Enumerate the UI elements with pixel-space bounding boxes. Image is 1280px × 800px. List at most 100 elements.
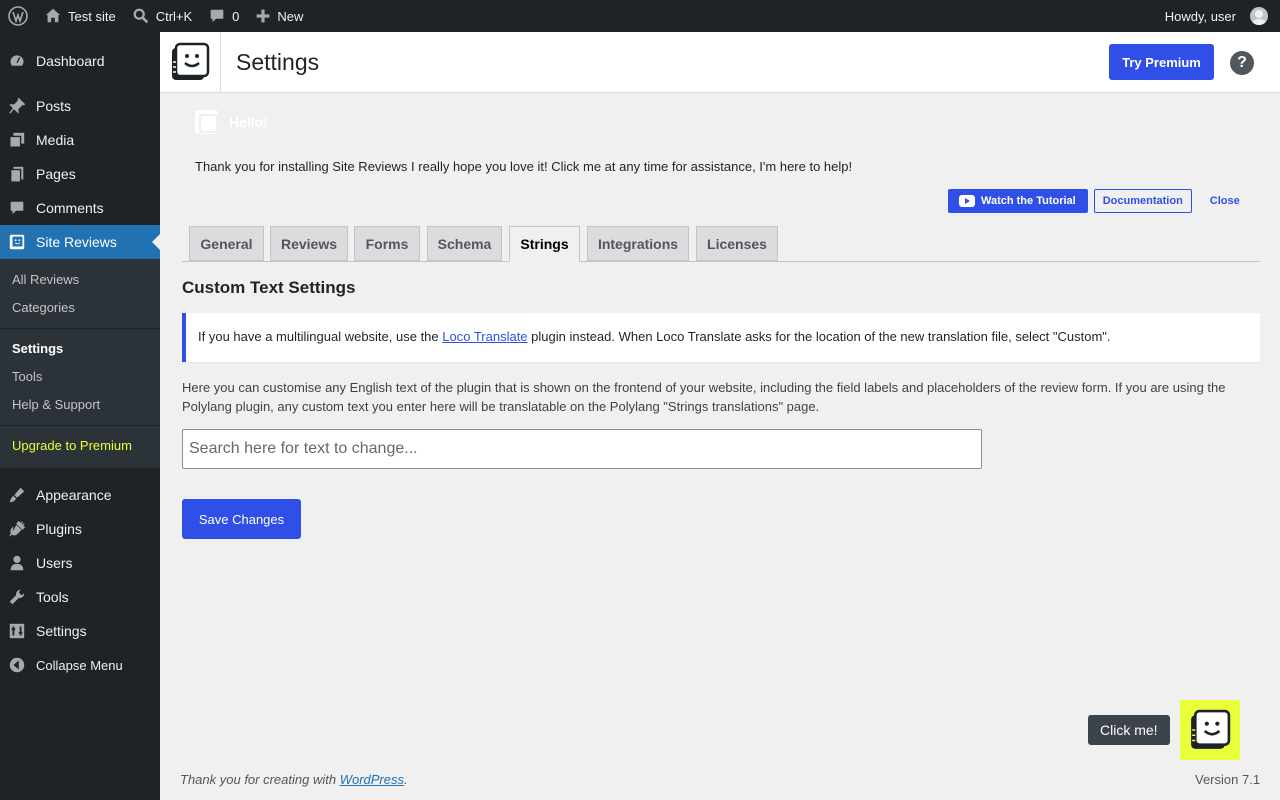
sidebar-item-label: Users — [36, 555, 73, 571]
new-content-link[interactable]: New — [247, 0, 311, 32]
hello-heading: Hello! — [195, 110, 268, 134]
sidebar-item-label: Pages — [36, 166, 76, 182]
save-changes-button[interactable]: Save Changes — [182, 499, 301, 539]
comment-icon — [210, 9, 224, 23]
submenu-item-all-reviews[interactable]: All Reviews — [0, 266, 160, 294]
submenu-item-categories[interactable]: Categories — [0, 294, 160, 322]
user-icon — [10, 555, 24, 571]
howdy-text: Howdy, user — [1164, 8, 1236, 24]
submenu-item-settings[interactable]: Settings — [0, 335, 160, 363]
sidebar-item-media[interactable]: Media — [0, 123, 160, 157]
tab-general[interactable]: General — [189, 226, 264, 261]
watch-tutorial-button[interactable]: Watch the Tutorial — [948, 189, 1088, 213]
site-reviews-logo-icon — [195, 110, 218, 134]
brush-icon — [9, 487, 25, 503]
plus-icon — [257, 9, 270, 23]
pages-icon — [10, 166, 24, 183]
plugin-icon — [9, 520, 26, 537]
command-palette-button[interactable]: Ctrl+K — [124, 0, 200, 32]
sidebar-item-pages[interactable]: Pages — [0, 157, 160, 191]
submenu-divider — [0, 328, 160, 329]
tab-integrations[interactable]: Integrations — [587, 226, 689, 261]
try-premium-button[interactable]: Try Premium — [1109, 44, 1214, 80]
footer-thanks: Thank you for creating with WordPress. — [180, 772, 408, 787]
assistant-logo-button[interactable] — [1180, 700, 1240, 760]
wordpress-logo-icon[interactable] — [0, 0, 36, 32]
sidebar-item-label: Posts — [36, 98, 72, 114]
sidebar-item-label: Appearance — [36, 487, 112, 503]
sidebar-item-tools[interactable]: Tools — [0, 580, 160, 614]
site-reviews-logo-icon — [160, 32, 221, 92]
wordpress-link[interactable]: WordPress — [340, 772, 404, 787]
click-me-tooltip[interactable]: Click me! — [1088, 715, 1170, 745]
new-label: New — [277, 8, 304, 24]
settings-tabs: General Reviews Forms Schema Strings Int… — [182, 226, 1260, 262]
tab-reviews[interactable]: Reviews — [270, 226, 348, 261]
site-reviews-submenu: All Reviews Categories Settings Tools He… — [0, 259, 160, 468]
sidebar-item-posts[interactable]: Posts — [0, 89, 160, 123]
sidebar-item-site-reviews[interactable]: Site Reviews — [0, 225, 160, 259]
wrench-icon — [9, 589, 25, 605]
version-text: Version 7.1 — [1195, 772, 1261, 787]
info-text-before: If you have a multilingual website, use … — [198, 329, 443, 344]
loco-translate-link[interactable]: Loco Translate — [442, 329, 527, 344]
strings-description: Here you can customise any English text … — [182, 380, 1226, 414]
collapse-arrow-icon — [9, 657, 25, 673]
sidebar-item-comments[interactable]: Comments — [0, 191, 160, 225]
search-shortcut: Ctrl+K — [155, 8, 193, 24]
media-icon — [9, 132, 25, 148]
submenu-item-tools[interactable]: Tools — [0, 363, 160, 391]
sidebar-item-label: Settings — [36, 623, 87, 639]
info-text-after: plugin instead. When Loco Translate asks… — [527, 329, 1111, 344]
collapse-menu-button[interactable]: Collapse Menu — [0, 648, 160, 682]
watch-tutorial-label: Watch the Tutorial — [981, 195, 1076, 207]
sidebar-item-appearance[interactable]: Appearance — [0, 478, 160, 512]
site-reviews-logo-icon — [1191, 709, 1231, 749]
site-name: Test site — [68, 8, 116, 24]
sidebar-item-settings[interactable]: Settings — [0, 614, 160, 648]
page-title: Settings — [236, 48, 320, 75]
multilingual-info-notice: If you have a multilingual website, use … — [182, 313, 1260, 362]
notice-actions: Watch the Tutorial Documentation Close — [948, 189, 1252, 213]
pin-icon — [9, 97, 26, 114]
tab-forms[interactable]: Forms — [354, 226, 420, 261]
tab-licenses[interactable]: Licenses — [696, 226, 778, 261]
close-button[interactable]: Close — [1198, 189, 1252, 213]
sidebar-item-label: Media — [36, 132, 75, 148]
tab-strings[interactable]: Strings — [509, 226, 580, 262]
section-title: Custom Text Settings — [182, 278, 356, 297]
sidebar-item-label: Site Reviews — [36, 234, 117, 250]
search-icon — [133, 8, 148, 24]
help-icon[interactable]: ? — [1230, 51, 1254, 75]
page-header: Settings Try Premium ? — [160, 32, 1280, 93]
welcome-message: Thank you for installing Site Reviews I … — [195, 159, 853, 174]
collapse-menu-label: Collapse Menu — [36, 657, 123, 673]
strings-search-input[interactable] — [182, 429, 982, 469]
submenu-item-upgrade[interactable]: Upgrade to Premium — [0, 432, 160, 460]
site-name-link[interactable]: Test site — [36, 0, 124, 32]
submenu-item-help-support[interactable]: Help & Support — [0, 391, 160, 419]
sidebar-item-label: Tools — [36, 589, 69, 605]
sidebar-item-dashboard[interactable]: Dashboard — [0, 44, 160, 78]
site-reviews-icon — [9, 234, 25, 250]
home-icon — [45, 8, 61, 23]
sidebar-item-plugins[interactable]: Plugins — [0, 512, 160, 546]
settings-icon — [9, 623, 25, 639]
youtube-icon — [959, 195, 975, 207]
comments-link[interactable]: 0 — [200, 0, 247, 32]
dashboard-icon — [9, 54, 25, 68]
admin-bar: Test site Ctrl+K 0 New Howdy, user — [0, 0, 1280, 32]
user-account-menu[interactable]: Howdy, user — [1157, 0, 1280, 32]
sidebar-item-label: Comments — [36, 200, 104, 216]
comment-icon — [10, 201, 24, 215]
comments-count: 0 — [232, 8, 240, 24]
documentation-button[interactable]: Documentation — [1093, 189, 1192, 213]
footer-thanks-before: Thank you for creating with — [180, 772, 340, 787]
tab-schema[interactable]: Schema — [427, 226, 502, 261]
sidebar-item-label: Dashboard — [36, 53, 105, 69]
admin-sidebar: Dashboard Posts Media Pages Comments Sit… — [0, 32, 160, 800]
footer-thanks-after: . — [404, 772, 408, 787]
sidebar-item-label: Plugins — [36, 521, 82, 537]
sidebar-item-users[interactable]: Users — [0, 546, 160, 580]
avatar — [1250, 7, 1268, 25]
